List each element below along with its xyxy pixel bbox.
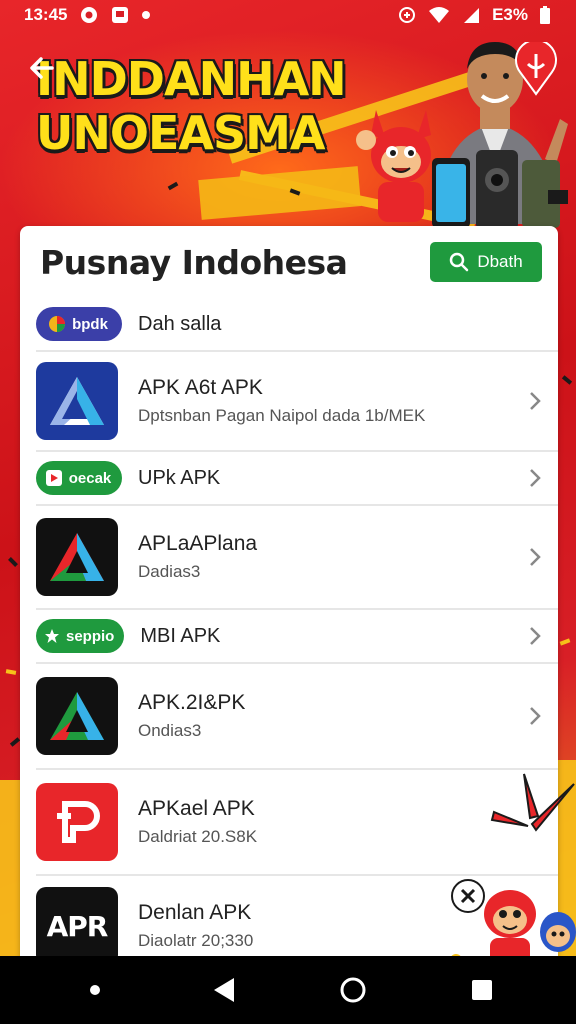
search-icon — [450, 252, 469, 272]
banner-title-line1: INDDANHAN — [36, 52, 347, 106]
search-button[interactable]: Dbath — [430, 242, 542, 282]
recents-square-icon — [471, 980, 492, 1000]
blue-triangle-icon — [36, 362, 118, 440]
app-subtitle: Daldriat 20.S8K — [138, 827, 258, 846]
colorful-logo-icon — [49, 316, 66, 332]
app-title: APKael APK — [138, 797, 255, 820]
back-triangle-icon — [213, 978, 234, 1002]
list-item[interactable]: seppio MBI APK — [36, 610, 558, 664]
battery-percent: E3% — [492, 5, 528, 24]
row-label: UPk APK — [138, 466, 221, 489]
black-triangle-icon — [36, 518, 118, 596]
app-title: APK A6t APK — [138, 376, 263, 399]
list-item[interactable]: APLaAPlana Dadias3 — [36, 506, 558, 610]
app-subtitle: Dptsnban Pagan Naipol dada 1b/MEK — [138, 406, 426, 425]
app-title: APLaAPlana — [138, 532, 258, 555]
notification-square-icon — [111, 6, 129, 24]
dot-icon — [89, 985, 100, 995]
apr-logo-text: APR — [46, 909, 109, 943]
app-title: APK.2I&PK — [138, 691, 246, 714]
pill-label: seppio — [66, 627, 115, 645]
system-nav-bar — [0, 956, 576, 1024]
nav-home-button[interactable] — [329, 966, 377, 1014]
nav-dot-button[interactable] — [71, 966, 119, 1014]
pill-label: bpdk — [72, 315, 108, 333]
red-p-logo-icon — [36, 783, 118, 861]
home-circle-icon — [340, 977, 365, 1003]
black-triangle-green-icon — [36, 677, 118, 755]
nav-back-button[interactable] — [200, 966, 248, 1014]
back-button[interactable] — [24, 50, 60, 86]
nav-recents-button[interactable] — [458, 966, 506, 1014]
list-item[interactable]: APK A6t APK Dptsnban Pagan Naipol dada 1… — [36, 352, 558, 452]
list-item[interactable]: APKael APK Daldriat 20.S8K — [36, 770, 558, 876]
location-pin-icon — [515, 42, 557, 96]
back-arrow-icon — [30, 57, 54, 79]
phones-illustration — [432, 150, 568, 230]
notification-circle-icon — [79, 5, 99, 25]
dot-icon — [141, 10, 151, 20]
list-item[interactable]: bpdk Dah salla — [36, 298, 558, 352]
card-title: Pusnay Indohesa — [40, 242, 348, 282]
chevron-right-icon — [530, 627, 541, 645]
search-button-label: Dbath — [477, 252, 523, 271]
banner-title-line2: UNOEASMA — [36, 106, 325, 160]
wifi-icon — [428, 6, 450, 24]
card-header: Pusnay Indohesa Dbath — [20, 226, 558, 298]
status-bar: 13:45 E3% — [0, 0, 576, 30]
app-title: Denlan APK — [138, 901, 252, 924]
chevron-right-icon — [530, 392, 541, 410]
star-logo-icon — [45, 629, 59, 643]
app-list-card: Pusnay Indohesa Dbath bpdk Dah salla APK… — [20, 226, 558, 966]
category-pill: seppio — [36, 619, 125, 653]
app-subtitle: Ondias3 — [138, 721, 202, 740]
row-label: Dah salla — [138, 312, 222, 335]
play-logo-icon — [45, 470, 62, 486]
chevron-right-icon — [530, 548, 541, 566]
apr-logo-icon: APR — [36, 887, 118, 965]
category-pill: oecak — [36, 461, 122, 495]
chevron-right-icon — [530, 469, 541, 487]
app-subtitle: Dadias3 — [138, 562, 201, 581]
status-time: 13:45 — [24, 5, 68, 24]
chevron-right-icon — [530, 707, 541, 725]
app-subtitle: Diaolatr 20;330 — [138, 931, 254, 950]
mascot-bottom-illustration — [450, 879, 576, 970]
banner-title: INDDANHAN UNOEASMA — [36, 52, 347, 160]
battery-icon — [540, 6, 550, 24]
pill-label: oecak — [68, 469, 112, 487]
signal-icon — [462, 6, 480, 24]
list-item[interactable]: APK.2I&PK Ondias3 — [36, 664, 558, 770]
row-label: MBI APK — [140, 624, 221, 647]
category-pill: bpdk — [36, 307, 122, 341]
burst-decoration — [490, 773, 575, 832]
list-item[interactable]: oecak UPk APK — [36, 452, 558, 506]
vibrate-icon — [398, 6, 416, 24]
